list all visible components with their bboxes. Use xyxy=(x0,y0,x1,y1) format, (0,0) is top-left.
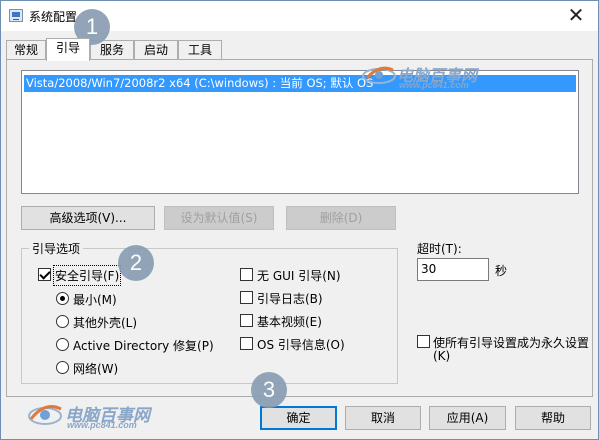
tab-startup[interactable]: 启动 xyxy=(134,40,178,60)
boot-log-label[interactable]: 引导日志(B) xyxy=(257,290,323,307)
timeout-unit: 秒 xyxy=(495,264,508,278)
apply-button[interactable]: 应用(A) xyxy=(429,406,506,430)
cancel-button[interactable]: 取消 xyxy=(345,406,421,430)
os-list-item[interactable]: Vista/2008/Win7/2008r2 x64 (C:\windows) … xyxy=(24,75,576,92)
network-radio[interactable] xyxy=(56,361,69,374)
base-video-checkbox[interactable] xyxy=(240,314,253,327)
make-permanent-checkbox[interactable] xyxy=(417,335,430,348)
alternate-shell-radio[interactable] xyxy=(56,315,69,328)
os-boot-info-label[interactable]: OS 引导信息(O) xyxy=(257,336,345,353)
ad-repair-label[interactable]: Active Directory 修复(P) xyxy=(73,337,214,354)
make-permanent-label-key[interactable]: (K) xyxy=(433,349,450,363)
timeout-label: 超时(T): xyxy=(417,242,462,256)
tab-boot[interactable]: 引导 xyxy=(46,38,90,61)
network-label[interactable]: 网络(W) xyxy=(73,360,118,377)
close-button[interactable]: ✕ xyxy=(556,1,596,31)
tab-tools[interactable]: 工具 xyxy=(178,40,222,60)
system-configuration-dialog: 系统配置 ✕ 常规 引导 服务 启动 工具 Vista/2008/Win7/20… xyxy=(0,0,599,440)
base-video-label[interactable]: 基本视频(E) xyxy=(257,313,322,330)
safe-boot-checkbox[interactable] xyxy=(38,268,51,281)
watermark-url: www.pc841.com xyxy=(399,80,469,90)
minimal-radio[interactable] xyxy=(56,292,69,305)
delete-button[interactable]: 删除(D) xyxy=(286,206,396,230)
set-default-button[interactable]: 设为默认值(S) xyxy=(164,206,274,230)
minimal-label[interactable]: 最小(M) xyxy=(73,291,117,308)
boot-tab-panel: Vista/2008/Win7/2008r2 x64 (C:\windows) … xyxy=(6,59,593,397)
watermark-logo-icon xyxy=(362,66,396,84)
os-boot-info-checkbox[interactable] xyxy=(240,337,253,350)
ok-button[interactable]: 确定 xyxy=(260,406,337,430)
footer-watermark-url: www.pc841.com xyxy=(67,420,137,430)
no-gui-boot-label[interactable]: 无 GUI 引导(N) xyxy=(257,267,341,284)
advanced-options-button[interactable]: 高级选项(V)... xyxy=(21,206,155,230)
help-button[interactable]: 帮助 xyxy=(515,406,591,430)
footer-watermark-logo-icon xyxy=(28,405,62,425)
timeout-input[interactable]: 30 xyxy=(417,258,489,281)
safe-boot-label[interactable]: 安全引导(F) xyxy=(52,265,122,286)
os-list[interactable]: Vista/2008/Win7/2008r2 x64 (C:\windows) … xyxy=(21,70,579,194)
boot-options-title: 引导选项 xyxy=(29,240,84,257)
boot-log-checkbox[interactable] xyxy=(240,291,253,304)
no-gui-boot-checkbox[interactable] xyxy=(240,268,253,281)
msconfig-app-icon xyxy=(9,9,23,22)
tab-general[interactable]: 常规 xyxy=(6,40,46,60)
window-title: 系统配置 xyxy=(29,10,78,24)
alternate-shell-label[interactable]: 其他外壳(L) xyxy=(73,314,137,331)
ad-repair-radio[interactable] xyxy=(56,338,69,351)
annotation-badge-2: 2 xyxy=(118,245,154,281)
annotation-badge-3: 3 xyxy=(251,372,287,408)
make-permanent-label[interactable]: 使所有引导设置成为永久设置 xyxy=(433,334,589,351)
